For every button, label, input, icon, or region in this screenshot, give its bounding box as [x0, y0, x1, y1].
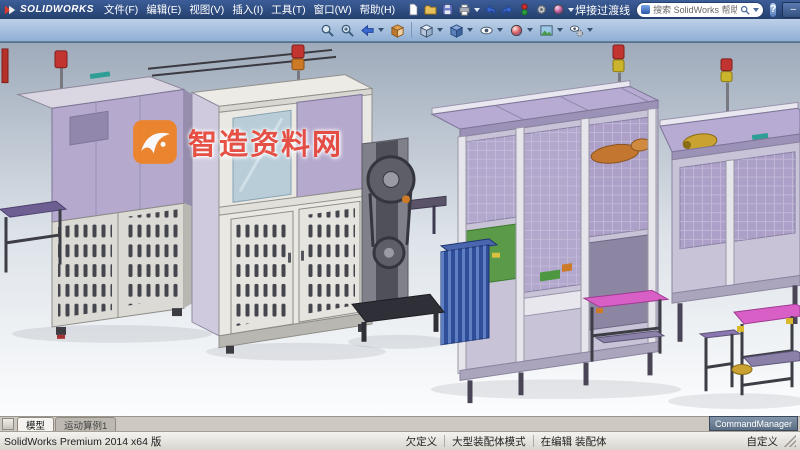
status-assembly-mode: 大型装配体模式 [452, 434, 526, 449]
menu-file[interactable]: 文件(F) [100, 2, 142, 17]
status-edit-state: 在编辑 装配体 [541, 434, 607, 449]
commandmanager-label[interactable]: CommandManager [709, 416, 798, 431]
dropdown-chevron-icon[interactable] [378, 28, 384, 32]
edit-appearance-icon[interactable] [507, 21, 525, 39]
redo-icon[interactable] [499, 2, 515, 18]
rebuild-icon[interactable] [516, 2, 532, 18]
minimize-button[interactable]: – [782, 2, 800, 18]
document-title: 焊接过渡线 [575, 2, 630, 18]
menu-window[interactable]: 窗口(W) [310, 2, 356, 17]
quick-access-toolbar [405, 2, 575, 18]
section-view-icon[interactable] [388, 21, 406, 39]
window-controls: – □ × [782, 2, 800, 18]
undo-icon[interactable] [482, 2, 498, 18]
center-enclosure[interactable] [192, 45, 372, 354]
study-tab-bar: 模型 运动算例1 [0, 416, 800, 431]
view-toolbar [0, 19, 800, 42]
dropdown-chevron-icon[interactable] [467, 28, 473, 32]
signal-lamp-orange[interactable] [292, 59, 304, 70]
tab-model[interactable]: 模型 [17, 417, 54, 431]
help-search-input[interactable]: 搜索 SolidWorks 帮助 [636, 2, 764, 18]
status-bar: SolidWorks Premium 2014 x64 版 欠定义 大型装配体模… [0, 431, 800, 450]
dropdown-chevron-icon[interactable] [568, 8, 574, 12]
hide-show-items-icon[interactable] [477, 21, 495, 39]
appearance-sphere-icon[interactable] [550, 2, 566, 18]
previous-view-icon[interactable] [358, 21, 376, 39]
solidworks-window: SOLIDWORKS 文件(F) 编辑(E) 视图(V) 插入(I) 工具(T)… [0, 0, 800, 450]
tab-motion-study[interactable]: 运动算例1 [55, 417, 116, 431]
status-definition: 欠定义 [406, 434, 438, 449]
dropdown-chevron-icon[interactable] [557, 28, 563, 32]
brand-name: SOLIDWORKS [20, 4, 94, 15]
search-dropdown-chevron-icon[interactable] [753, 8, 759, 12]
signal-lamp-yellow[interactable] [613, 60, 624, 72]
signal-lamp-yellow[interactable] [721, 72, 732, 82]
search-placeholder: 搜索 SolidWorks 帮助 [653, 3, 737, 16]
save-icon[interactable] [439, 2, 455, 18]
dropdown-chevron-icon[interactable] [527, 28, 533, 32]
status-version: SolidWorks Premium 2014 x64 版 [4, 434, 161, 449]
menu-view[interactable]: 视图(V) [185, 2, 228, 17]
zoom-area-icon[interactable] [338, 21, 356, 39]
assembly-3d-model[interactable] [0, 43, 800, 416]
search-scope-icon[interactable] [641, 5, 650, 14]
dropdown-chevron-icon[interactable] [587, 28, 593, 32]
signal-lamp-red[interactable] [292, 45, 304, 58]
pane-splitter-handle[interactable] [2, 418, 14, 430]
menu-edit[interactable]: 编辑(E) [142, 2, 185, 17]
dropdown-chevron-icon[interactable] [497, 28, 503, 32]
menu-tools[interactable]: 工具(T) [267, 2, 309, 17]
print-icon[interactable] [456, 2, 472, 18]
commandmanager-label-text: CommandManager [715, 419, 792, 429]
title-bar: SOLIDWORKS 文件(F) 编辑(E) 视图(V) 插入(I) 工具(T)… [0, 0, 800, 19]
open-folder-icon[interactable] [422, 2, 438, 18]
dropdown-chevron-icon[interactable] [474, 8, 480, 12]
view-orientation-cube-icon[interactable] [417, 21, 435, 39]
apply-scene-icon[interactable] [537, 21, 555, 39]
help-button[interactable]: ? [770, 3, 776, 17]
status-customize-button[interactable]: 自定义 [747, 434, 779, 449]
view-settings-icon[interactable] [567, 21, 585, 39]
menu-help[interactable]: 帮助(H) [356, 2, 400, 17]
tab-model-label: 模型 [26, 418, 45, 432]
zoom-fit-icon[interactable] [318, 21, 336, 39]
menu-insert[interactable]: 插入(I) [228, 2, 267, 17]
tab-motion-study-label: 运动算例1 [64, 418, 107, 432]
search-magnifier-icon[interactable] [740, 5, 750, 15]
display-style-icon[interactable] [447, 21, 465, 39]
signal-lamp-red[interactable] [721, 59, 732, 71]
signal-lamp-red[interactable] [55, 51, 67, 68]
help-glyph: ? [770, 4, 776, 15]
signal-lamp-red[interactable] [613, 45, 624, 59]
new-document-icon[interactable] [405, 2, 421, 18]
resize-grip[interactable] [784, 435, 796, 447]
graphics-viewport[interactable]: 智造资料网 [0, 42, 800, 416]
dropdown-chevron-icon[interactable] [437, 28, 443, 32]
options-gear-icon[interactable] [533, 2, 549, 18]
solidworks-logo-icon [4, 4, 16, 16]
